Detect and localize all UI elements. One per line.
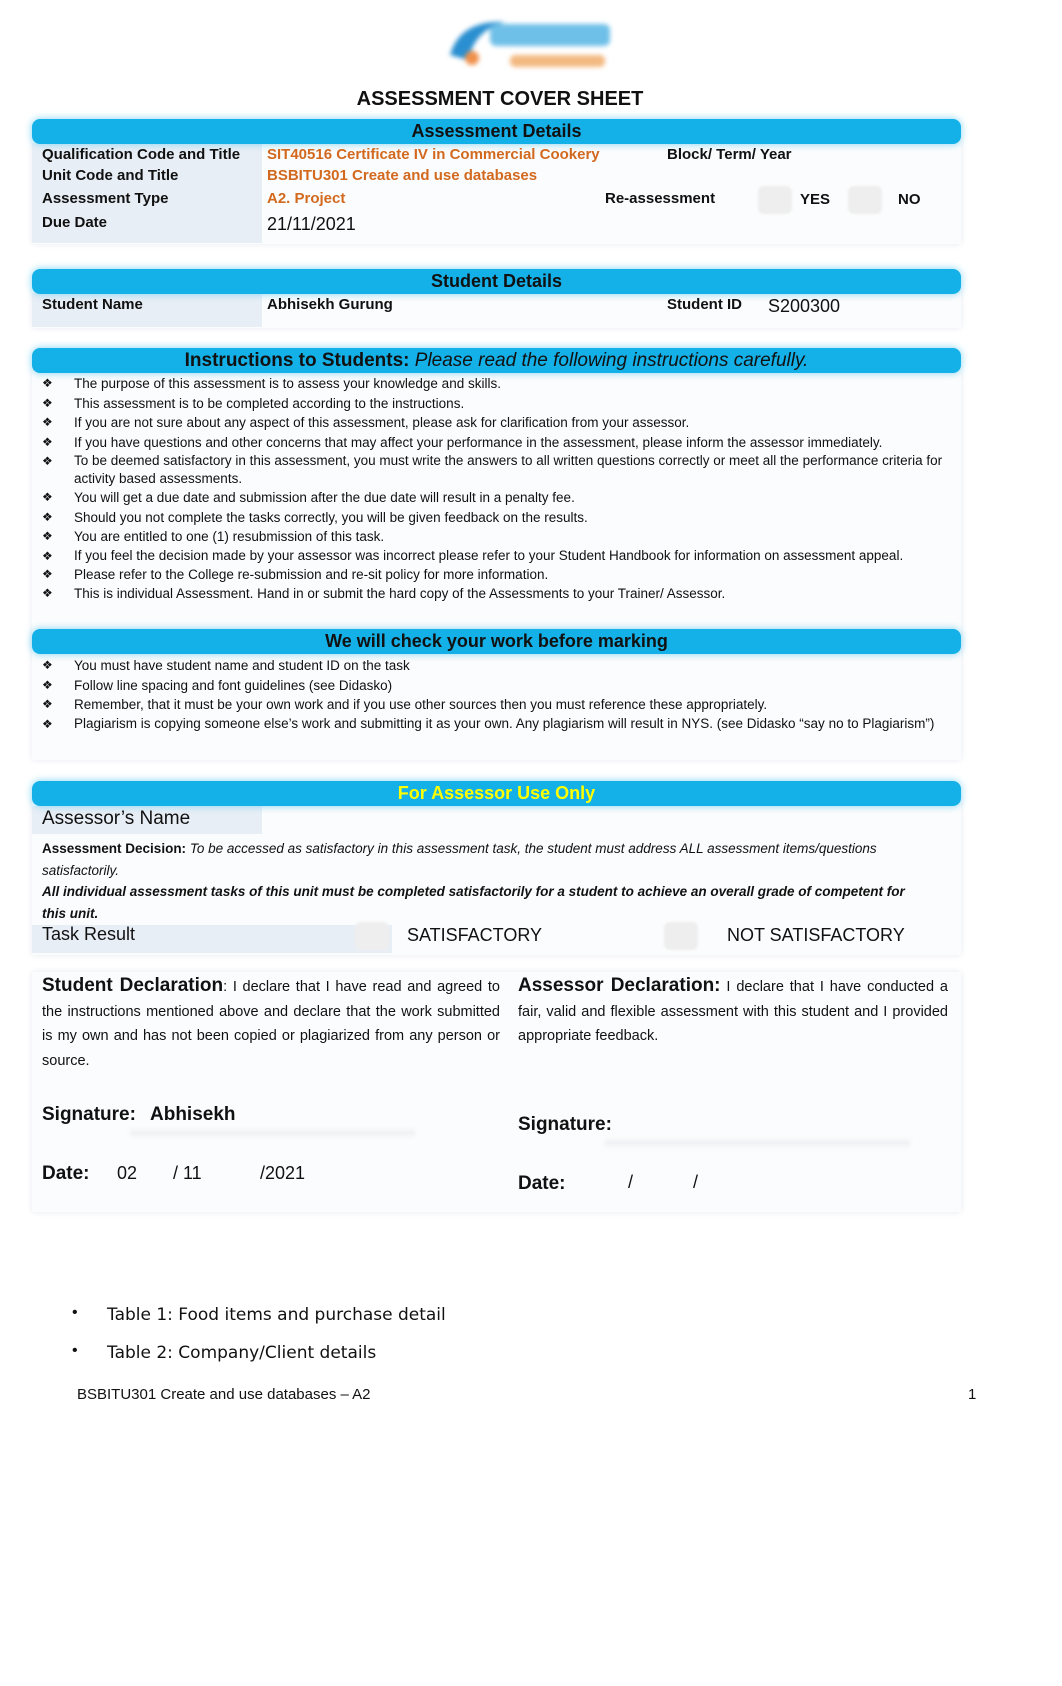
list-item: Should you not complete the tasks correc… [40, 508, 965, 528]
list-item: You must have student name and student I… [40, 656, 965, 676]
assessment-type-label: Assessment Type [42, 190, 169, 207]
list-item: The purpose of this assessment is to ass… [40, 374, 965, 394]
list-item: Table 1: Food items and purchase detail [107, 1305, 446, 1325]
student-date-month[interactable]: / 11 [173, 1163, 202, 1184]
qualification-label: Qualification Code and Title [42, 146, 241, 163]
student-date-day[interactable]: 02 [117, 1163, 137, 1184]
satisfactory-checkbox[interactable] [355, 922, 389, 950]
student-date-label: Date: [42, 1163, 90, 1184]
no-label: NO [898, 191, 921, 208]
assessor-heading: For Assessor Use Only [32, 781, 961, 806]
date-separator: / [693, 1172, 699, 1192]
instructions-heading: Instructions to Students: Please read th… [32, 348, 961, 373]
student-signature-value[interactable]: Abhisekh [150, 1104, 236, 1126]
reassessment-no-checkbox[interactable] [848, 186, 882, 214]
list-item: You will get a due date and submission a… [40, 488, 965, 508]
date-separator: / [628, 1172, 634, 1192]
instructions-list: The purpose of this assessment is to ass… [40, 374, 965, 604]
list-item: Please refer to the College re-submissio… [40, 565, 965, 585]
student-date-year[interactable]: /2021 [260, 1163, 305, 1184]
student-name-label: Student Name [42, 296, 143, 313]
assessor-signature-label: Signature: [518, 1114, 612, 1135]
reassessment-label: Re-assessment [605, 190, 716, 207]
list-item: Follow line spacing and font guidelines … [40, 676, 965, 696]
student-name-value: Abhisekh Gurung [267, 296, 393, 313]
assessment-type-value: A2. Project [267, 190, 346, 207]
student-signature-label: Signature: [42, 1104, 136, 1125]
list-item: If you have questions and other concerns… [40, 433, 965, 453]
block-term-year-label: Block/ Term/ Year [667, 146, 792, 163]
check-list: You must have student name and student I… [40, 656, 965, 733]
unit-value: BSBITU301 Create and use databases [267, 167, 538, 184]
assessment-details-heading: Assessment Details [32, 119, 961, 144]
assessment-decision: Assessment Decision: To be accessed as s… [42, 841, 905, 921]
page: ASSESSMENT COVER SHEET Assessment Detail… [0, 0, 1062, 1686]
assessor-declaration: Assessor Declaration: I declare that I h… [518, 975, 948, 1044]
assessor-signature-field[interactable] [605, 1140, 910, 1146]
assessor-date-label: Date: [518, 1173, 566, 1194]
assessor-name-label: Assessor’s Name [42, 808, 191, 829]
unit-label: Unit Code and Title [42, 167, 179, 184]
footer-text: BSBITU301 Create and use databases – A2 [77, 1386, 371, 1403]
student-id-label: Student ID [667, 296, 742, 313]
list-item: If you are not sure about any aspect of … [40, 413, 965, 433]
page-number: 1 [968, 1386, 977, 1403]
list-item: Plagiarism is copying someone else’s wor… [40, 715, 965, 733]
qualification-value: SIT40516 Certificate IV in Commercial Co… [267, 146, 600, 163]
not-satisfactory-checkbox[interactable] [664, 922, 698, 950]
due-date-value: 21/11/2021 [267, 214, 356, 234]
reassessment-yes-checkbox[interactable] [758, 186, 792, 214]
not-satisfactory-label: NOT SATISFACTORY [727, 925, 905, 945]
yes-label: YES [800, 191, 831, 208]
list-item: If you feel the decision made by your as… [40, 547, 965, 565]
student-details-heading: Student Details [32, 269, 961, 294]
satisfactory-label: SATISFACTORY [407, 925, 543, 945]
list-item: Table 2: Company/Client details [107, 1343, 377, 1363]
student-declaration: Student Declaration: I declare that I ha… [42, 975, 500, 1069]
list-item: You are entitled to one (1) resubmission… [40, 527, 965, 547]
skyline-logo [430, 10, 630, 80]
student-id-value: S200300 [768, 296, 841, 316]
task-result-label: Task Result [42, 924, 136, 944]
list-item: This is individual Assessment. Hand in o… [40, 584, 965, 604]
page-title: ASSESSMENT COVER SHEET [356, 88, 644, 110]
list-item: This assessment is to be completed accor… [40, 394, 965, 414]
check-heading: We will check your work before marking [32, 629, 961, 654]
list-item: Remember, that it must be your own work … [40, 695, 965, 715]
due-date-label: Due Date [42, 214, 108, 231]
list-item: To be deemed satisfactory in this assess… [40, 452, 965, 488]
